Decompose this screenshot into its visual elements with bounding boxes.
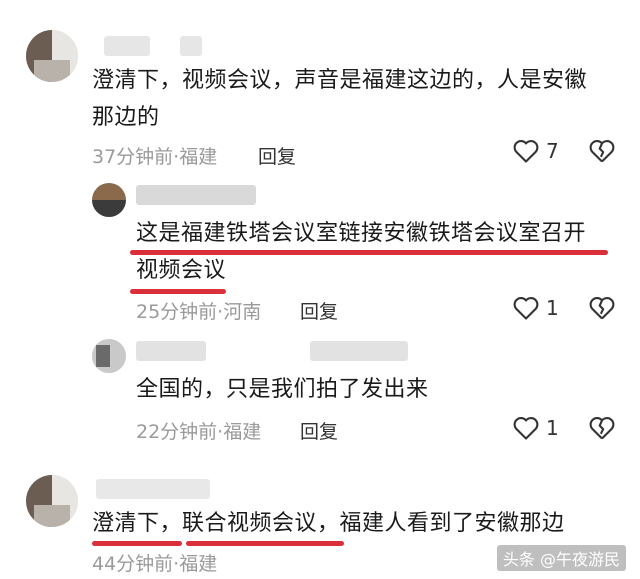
like-count: 1 xyxy=(546,296,559,320)
heart-icon xyxy=(513,417,539,440)
comment-1: 澄清下，视频会议，声音是福建这边的，人是安徽 那边的 37分钟前·福建 回复 7 xyxy=(0,0,640,175)
avatar[interactable] xyxy=(26,475,78,527)
broken-heart-icon[interactable] xyxy=(588,295,616,321)
like-button[interactable]: 1 xyxy=(512,295,559,321)
comment-3: 全国的，只是我们拍了发出来 22分钟前·福建 回复 1 xyxy=(0,335,640,465)
comment-meta: 44分钟前·福建 xyxy=(92,553,218,575)
comment-meta: 25分钟前·河南 xyxy=(136,301,262,323)
comment-text: 全国的，只是我们拍了发出来 xyxy=(136,377,429,402)
avatar[interactable] xyxy=(92,339,126,373)
username-blurred[interactable] xyxy=(96,479,210,499)
broken-heart-icon[interactable] xyxy=(588,138,616,164)
avatar[interactable] xyxy=(92,183,126,217)
comment-meta: 22分钟前·福建 xyxy=(136,421,262,443)
highlight-underline xyxy=(186,541,344,546)
comment-text: 澄清下，视频会议，声音是福建这边的，人是安徽 那边的 xyxy=(92,68,588,130)
reply-button[interactable]: 回复 xyxy=(300,297,338,324)
avatar[interactable] xyxy=(26,30,78,82)
like-button[interactable]: 7 xyxy=(512,138,559,164)
comment-text: 澄清下，联合视频会议，福建人看到了安徽那边 xyxy=(92,511,565,536)
watermark: 头条 @午夜游民 xyxy=(496,545,626,571)
reply-button[interactable]: 回复 xyxy=(300,417,338,444)
like-count: 7 xyxy=(546,139,559,163)
username-blurred[interactable] xyxy=(310,341,408,361)
username-blurred[interactable] xyxy=(104,36,150,56)
like-button[interactable]: 1 xyxy=(512,415,559,441)
comment-meta: 37分钟前·福建 xyxy=(92,146,218,168)
highlight-underline xyxy=(130,250,608,255)
username-blurred[interactable] xyxy=(136,185,256,205)
broken-heart-icon[interactable] xyxy=(588,415,616,441)
reply-button[interactable]: 回复 xyxy=(258,142,296,169)
comment-2: 这是福建铁塔会议室链接安徽铁塔会议室召开 视频会议 25分钟前·河南 回复 1 xyxy=(0,175,640,335)
heart-icon xyxy=(513,297,539,320)
heart-icon xyxy=(513,140,539,163)
highlight-underline xyxy=(92,541,182,546)
comment-4: 澄清下，联合视频会议，福建人看到了安徽那边 44分钟前·福建 头条 @午夜游民 xyxy=(0,465,640,579)
username-blurred[interactable] xyxy=(180,36,202,56)
highlight-underline xyxy=(130,289,226,294)
like-count: 1 xyxy=(546,416,559,440)
username-blurred[interactable] xyxy=(136,341,206,361)
